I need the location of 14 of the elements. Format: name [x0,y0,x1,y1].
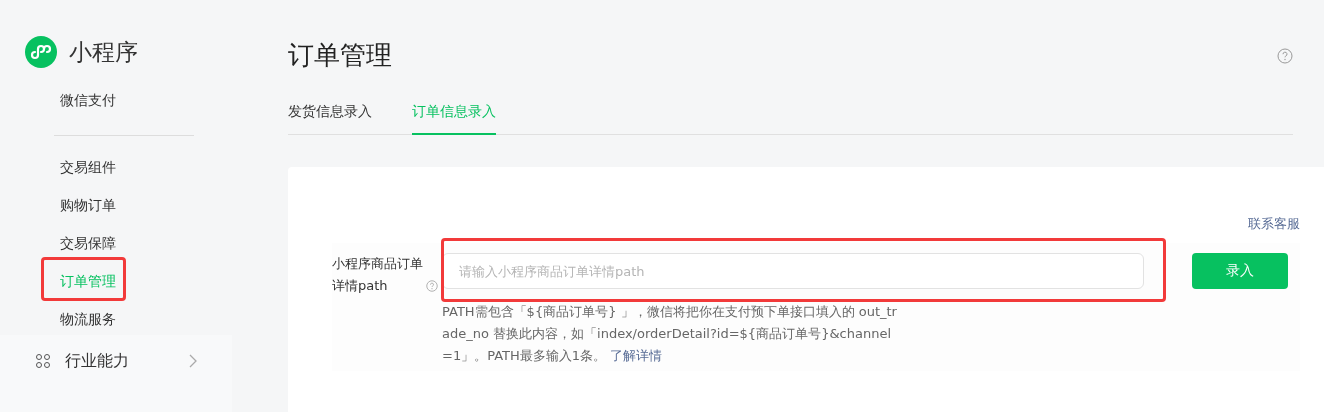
contact-link[interactable]: 联系客服 [1248,216,1300,231]
field-label: 小程序商品订单详情path [332,255,424,295]
sidebar-item[interactable]: 交易组件 [60,159,116,177]
sidebar-item[interactable]: 购物订单 [60,197,116,215]
sidebar-item[interactable]: 交易保障 [60,235,116,253]
field-hint: PATH需包含「${商品订单号} 」，微信将把你在支付预下单接口填入的 out_trade_no 替换此内容，如「index/orderDetail?id=${商品订单号}&channel=1」。PATH最多输入1条。 了解详情 [442,303,898,365]
sidebar-item[interactable]: 微信支付 [60,92,116,110]
sidebar-item[interactable]: 物流服务 [60,311,116,329]
path-input-field[interactable]: 请输入小程序商品订单详情path [442,253,1144,289]
page-title: 订单管理 [288,39,392,72]
learn-more-link[interactable]: 了解详情 [610,348,663,363]
tab[interactable]: 发货信息录入 [288,103,372,135]
sidebar-group[interactable]: 行业能力 [0,343,197,379]
app-title: 小程序 [69,37,138,67]
